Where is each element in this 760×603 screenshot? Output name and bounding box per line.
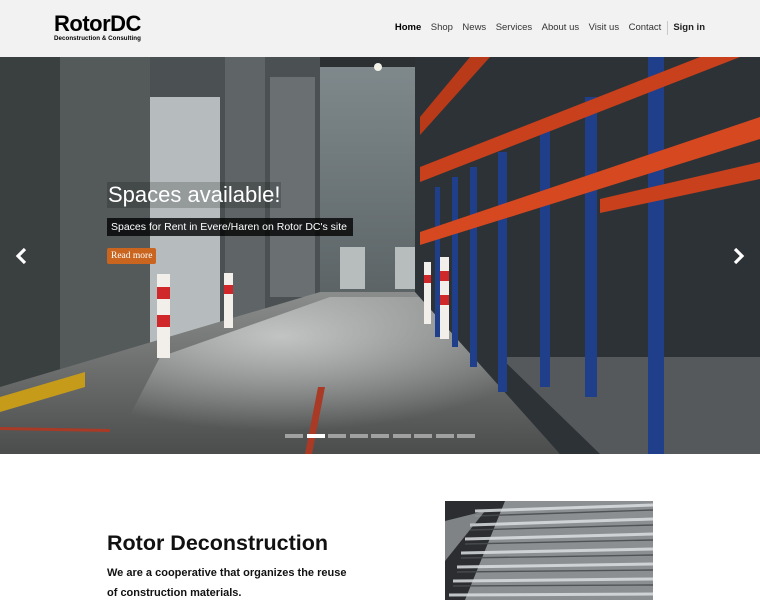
carousel-indicator-9[interactable] <box>457 434 475 438</box>
brand-name[interactable]: RotorDC <box>54 13 141 35</box>
main-nav: Home Shop News Services About us Visit u… <box>385 21 705 35</box>
nav-home[interactable]: Home <box>395 21 421 35</box>
nav-visit-us[interactable]: Visit us <box>589 21 619 35</box>
chevron-left-icon <box>15 247 27 265</box>
stacked-metal-image <box>445 501 653 600</box>
intro-text: We are a cooperative that organizes the … <box>107 567 347 599</box>
intro-image <box>445 501 653 600</box>
carousel-indicator-8[interactable] <box>435 434 454 438</box>
nav-contact[interactable]: Contact <box>629 21 662 35</box>
carousel-prev-button[interactable] <box>11 245 31 267</box>
carousel-indicator-4[interactable] <box>349 434 368 438</box>
nav-divider <box>667 21 669 35</box>
nav-shop[interactable]: Shop <box>431 21 453 35</box>
hero-subtitle: Spaces for Rent in Evere/Haren on Rotor … <box>107 218 354 236</box>
carousel-indicator-5[interactable] <box>371 434 389 438</box>
intro-title: Rotor Deconstruction <box>107 531 328 555</box>
carousel-indicator-1[interactable] <box>285 434 303 438</box>
carousel-indicators <box>285 434 479 438</box>
hero-carousel[interactable]: Spaces available! Spaces for Rent in Eve… <box>0 57 760 454</box>
brand-logo[interactable]: RotorDC Deconstruction & Consulting <box>54 13 141 43</box>
chevron-right-icon <box>733 247 745 265</box>
carousel-indicator-3[interactable] <box>328 434 346 438</box>
sign-in-link[interactable]: Sign in <box>673 21 705 35</box>
nav-news[interactable]: News <box>462 21 486 35</box>
site-header: RotorDC Deconstruction & Consulting Home… <box>0 0 760 57</box>
brand-tagline: Deconstruction & Consulting <box>54 35 141 42</box>
carousel-indicator-2[interactable] <box>306 434 325 438</box>
hero-title: Spaces available! <box>107 182 282 208</box>
carousel-next-button[interactable] <box>729 245 749 267</box>
nav-about-us[interactable]: About us <box>542 21 580 35</box>
nav-services[interactable]: Services <box>496 21 532 35</box>
carousel-indicator-6[interactable] <box>392 434 411 438</box>
carousel-indicator-7[interactable] <box>414 434 432 438</box>
read-more-button[interactable]: Read more <box>107 248 157 264</box>
